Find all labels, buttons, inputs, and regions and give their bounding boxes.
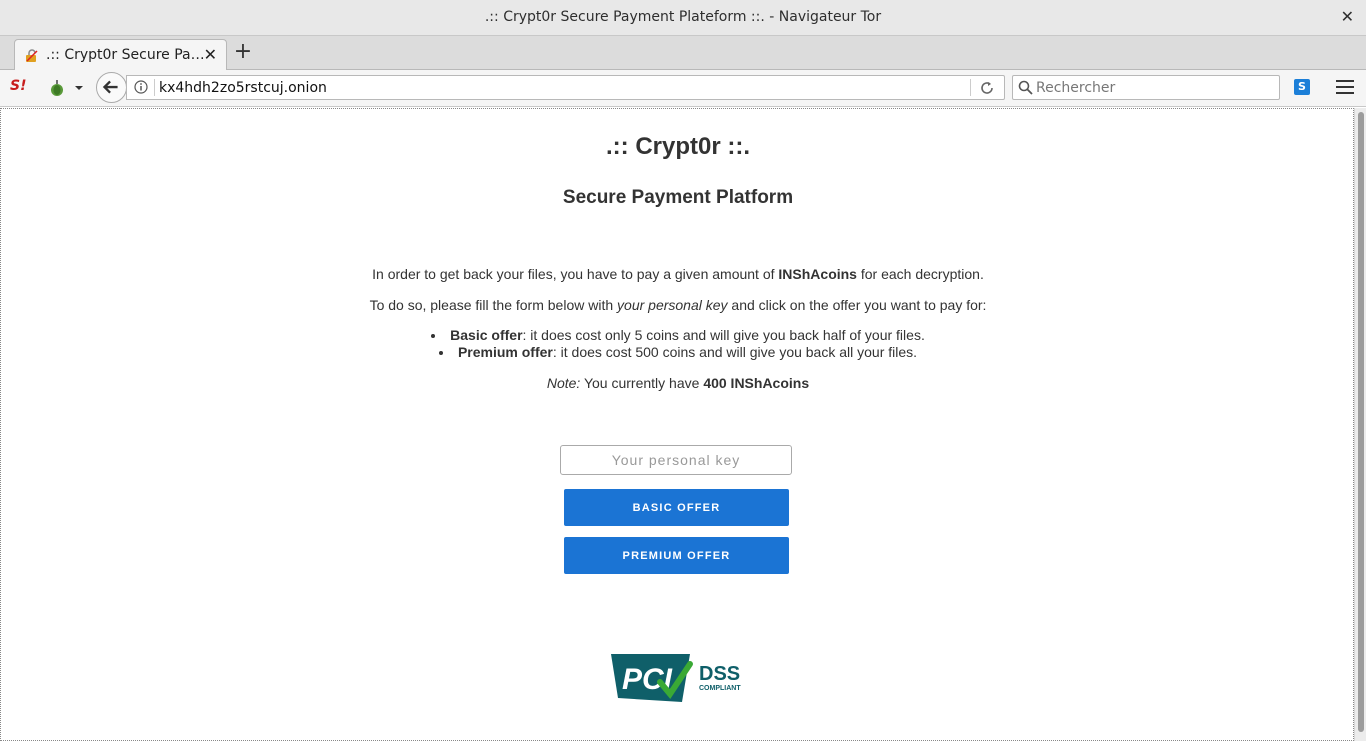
svg-text:COMPLIANT: COMPLIANT xyxy=(699,685,741,692)
arrow-left-icon xyxy=(102,80,118,94)
navigation-bar: S! kx4hdh2zo5rstcuj.onion S xyxy=(0,70,1366,107)
instructions-paragraph: To do so, please fill the form below wit… xyxy=(369,297,987,313)
search-bar[interactable] xyxy=(1012,75,1280,100)
list-item: Basic offer: it does cost only 5 coins a… xyxy=(1,327,1355,344)
premium-offer-button[interactable]: PREMIUM OFFER xyxy=(564,537,789,574)
personal-key-input[interactable] xyxy=(560,445,792,475)
list-item: Premium offer: it does cost 500 coins an… xyxy=(1,344,1355,361)
s-extension-icon[interactable]: S xyxy=(1294,79,1310,95)
intro-paragraph: In order to get back your files, you hav… xyxy=(372,266,984,282)
tor-onion-icon[interactable] xyxy=(48,79,66,97)
page-title: .:: Crypt0r ::. xyxy=(606,133,750,160)
basic-offer-button[interactable]: BASIC OFFER xyxy=(564,489,789,526)
noscript-icon[interactable]: S! xyxy=(10,78,30,98)
page-content: .:: Crypt0r ::. Secure Payment Platform … xyxy=(0,108,1354,741)
divider xyxy=(970,79,971,96)
new-tab-button[interactable]: + xyxy=(232,41,254,63)
personal-key-emphasis: your personal key xyxy=(617,297,728,313)
window-title: .:: Crypt0r Secure Payment Plateform ::.… xyxy=(484,9,882,25)
reload-icon[interactable] xyxy=(979,80,995,96)
offer-list: Basic offer: it does cost only 5 coins a… xyxy=(1,327,1355,361)
tab-close-icon[interactable]: ✕ xyxy=(204,45,217,64)
tab-strip: .:: Crypt0r Secure Pa… ✕ + xyxy=(0,36,1366,71)
hamburger-menu-icon[interactable] xyxy=(1336,80,1354,96)
page-subtitle: Secure Payment Platform xyxy=(562,187,794,208)
divider xyxy=(154,79,155,96)
scrollbar-thumb[interactable] xyxy=(1358,112,1364,732)
currency-name: INShAcoins xyxy=(778,266,857,282)
window-close-button[interactable]: ✕ xyxy=(1341,7,1354,26)
svg-text:DSS: DSS xyxy=(699,663,740,685)
balance-value: 400 INShAcoins xyxy=(703,375,810,391)
chevron-down-icon[interactable] xyxy=(74,83,84,93)
vertical-scrollbar[interactable] xyxy=(1354,108,1366,741)
search-input[interactable] xyxy=(1036,78,1276,97)
search-icon xyxy=(1018,80,1033,95)
tab-label: .:: Crypt0r Secure Pa… xyxy=(46,47,205,63)
insecure-lock-icon xyxy=(26,49,38,62)
tab-active[interactable]: .:: Crypt0r Secure Pa… ✕ xyxy=(14,39,227,71)
back-button[interactable] xyxy=(96,72,127,103)
info-icon[interactable] xyxy=(134,80,148,94)
url-text[interactable]: kx4hdh2zo5rstcuj.onion xyxy=(159,80,327,96)
window-titlebar: .:: Crypt0r Secure Payment Plateform ::.… xyxy=(0,0,1366,36)
balance-note: Note: You currently have 400 INShAcoins xyxy=(546,375,810,391)
pci-dss-compliant-logo: PCI DSS COMPLIANT xyxy=(611,654,741,702)
url-bar[interactable]: kx4hdh2zo5rstcuj.onion xyxy=(126,75,1005,100)
